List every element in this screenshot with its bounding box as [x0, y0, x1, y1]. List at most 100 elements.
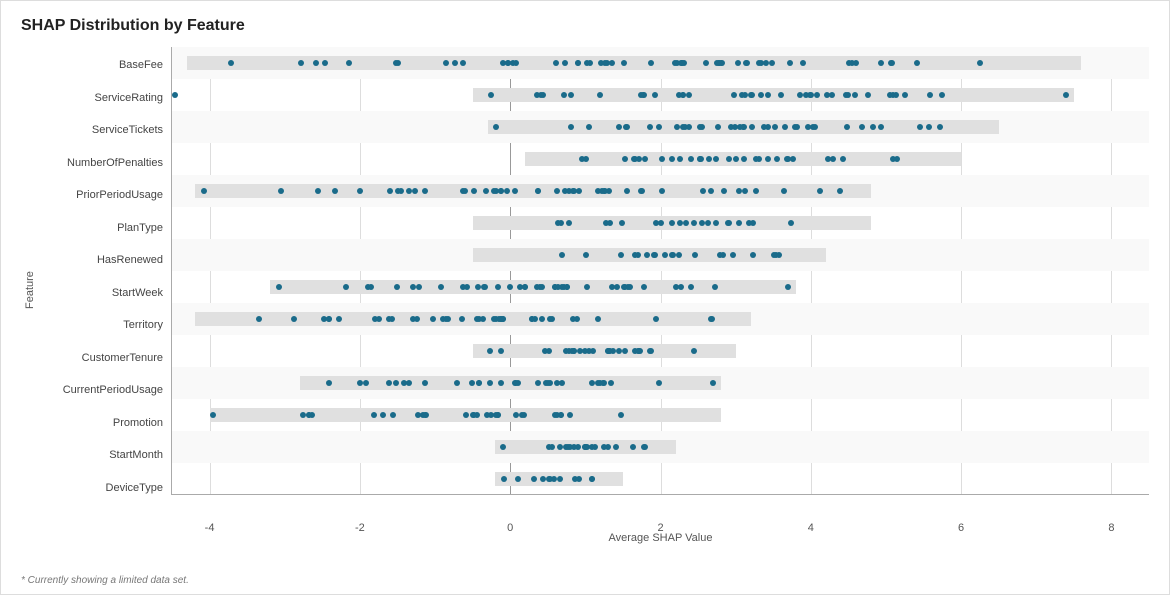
shap-dot — [332, 188, 338, 194]
shap-dot — [386, 316, 392, 322]
shap-dot — [631, 156, 637, 162]
shap-dot — [575, 60, 581, 66]
shap-dot — [680, 92, 686, 98]
shap-dot — [406, 188, 412, 194]
shap-dot — [659, 188, 665, 194]
shap-dot — [926, 124, 932, 130]
shap-dot — [513, 412, 519, 418]
shap-dot — [491, 188, 497, 194]
shap-dot — [758, 92, 764, 98]
shap-dot — [515, 476, 521, 482]
shap-dot — [315, 188, 321, 194]
shap-dot — [807, 92, 813, 98]
shap-dot — [595, 188, 601, 194]
shap-dot — [256, 316, 262, 322]
shap-dot — [394, 284, 400, 290]
shap-dot — [608, 380, 614, 386]
shap-dot — [624, 124, 630, 130]
shap-dot — [769, 60, 775, 66]
shap-dot — [609, 284, 615, 290]
shap-dot — [598, 60, 604, 66]
shap-dot — [300, 412, 306, 418]
shap-dot — [567, 444, 573, 450]
shap-dot — [568, 92, 574, 98]
shap-dot — [475, 284, 481, 290]
shap-dot — [551, 476, 557, 482]
shap-dot — [739, 92, 745, 98]
shap-dot — [507, 284, 513, 290]
shap-dot — [625, 284, 631, 290]
y-label: StartMonth — [41, 439, 163, 471]
shap-dot — [824, 92, 830, 98]
shap-dot — [613, 444, 619, 450]
shap-dot — [713, 220, 719, 226]
shap-dot — [794, 124, 800, 130]
shap-dot — [618, 412, 624, 418]
shap-dot — [616, 124, 622, 130]
y-label: HasRenewed — [41, 244, 163, 276]
shap-dot — [688, 156, 694, 162]
shap-dot — [648, 60, 654, 66]
shap-dot — [632, 348, 638, 354]
shap-dot — [632, 252, 638, 258]
y-label: DeviceType — [41, 472, 163, 504]
shap-dot — [498, 188, 504, 194]
shap-dot — [326, 380, 332, 386]
y-labels: BaseFeeServiceRatingServiceTicketsNumber… — [41, 47, 171, 534]
shap-dot — [559, 284, 565, 290]
shap-dot — [647, 124, 653, 130]
shap-dot — [622, 348, 628, 354]
shap-dot — [474, 316, 480, 322]
shap-dot — [914, 60, 920, 66]
shap-dot — [927, 92, 933, 98]
shap-dot — [652, 92, 658, 98]
shap-dot — [797, 92, 803, 98]
shap-dot — [749, 124, 755, 130]
shap-dot — [853, 60, 859, 66]
plot-area: -4-202468 Average SHAP Value — [171, 47, 1149, 495]
shap-dot — [939, 92, 945, 98]
shap-dot — [422, 380, 428, 386]
shap-dot — [638, 188, 644, 194]
x-axis-label: Average SHAP Value — [172, 532, 1149, 544]
shap-dot — [414, 316, 420, 322]
shap-dot — [753, 156, 759, 162]
shap-dot — [568, 124, 574, 130]
shap-dot — [790, 156, 796, 162]
chart-area: Feature BaseFeeServiceRatingServiceTicke… — [21, 47, 1149, 534]
shap-dot — [583, 156, 589, 162]
shap-dot — [228, 60, 234, 66]
shap-dot — [554, 412, 560, 418]
shap-dot — [699, 124, 705, 130]
shap-dot — [601, 444, 607, 450]
shap-dot — [498, 380, 504, 386]
shap-dot — [469, 380, 475, 386]
shap-dot — [584, 284, 590, 290]
shap-dot — [322, 60, 328, 66]
shap-dot — [363, 380, 369, 386]
shap-dot — [782, 124, 788, 130]
shap-dot — [669, 252, 675, 258]
shap-dot — [592, 444, 598, 450]
shap-dot — [659, 156, 665, 162]
shap-dot — [728, 124, 734, 130]
shap-dot — [735, 60, 741, 66]
shap-dot — [800, 60, 806, 66]
shap-dot — [878, 60, 884, 66]
y-label: CustomerTenure — [41, 342, 163, 374]
shap-dot — [622, 156, 628, 162]
shap-dot — [463, 412, 469, 418]
shap-dot — [454, 380, 460, 386]
shap-dot — [677, 220, 683, 226]
shap-dot — [647, 348, 653, 354]
y-label: ServiceTickets — [41, 114, 163, 146]
shap-dot — [570, 188, 576, 194]
shap-dot — [621, 60, 627, 66]
shap-dot — [387, 188, 393, 194]
shap-dot — [298, 60, 304, 66]
shap-dot — [393, 380, 399, 386]
shap-dot — [730, 252, 736, 258]
y-label: PriorPeriodUsage — [41, 179, 163, 211]
feature-bar — [195, 312, 751, 326]
shap-dot — [750, 252, 756, 258]
